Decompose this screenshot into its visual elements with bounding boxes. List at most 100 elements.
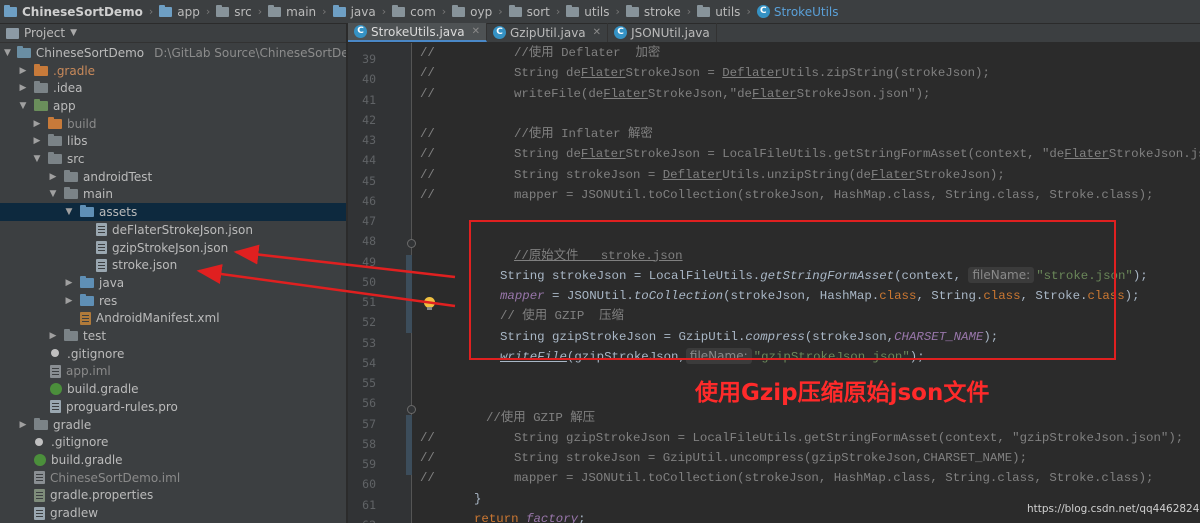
code-token: Deflater (722, 66, 782, 81)
tree-item-app[interactable]: ▼ app (0, 97, 346, 115)
breadcrumb-item-stroke[interactable]: stroke › (625, 4, 697, 19)
code-line[interactable]: //使用 GZIP 解压 (420, 408, 1200, 428)
code-token: Flater (870, 167, 916, 182)
collapsed-arrow-icon: ▶ (19, 83, 27, 94)
code-line[interactable]: // String strokeJson = GzipUtil.uncompres… (420, 448, 1200, 468)
chevron-right-icon: › (615, 5, 620, 18)
code-token: mapper = JSONUtil.toCollection(strokeJso… (514, 471, 1154, 486)
comment-prefix: // (420, 86, 435, 101)
code-line[interactable]: // mapper = JSONUtil.toCollection(strokeJ… (420, 468, 1200, 488)
code-token: String gzipStrokeJson = LocalFileUtils.g… (514, 430, 1184, 445)
tree-item-src[interactable]: ▼ src (0, 150, 346, 168)
tab-strokeutils[interactable]: C StrokeUtils.java ✕ (348, 23, 487, 42)
code-token: StrokeJson.json"); (796, 86, 931, 101)
gitignore-file-icon (34, 436, 46, 449)
code-token: StrokeJson.json"); (1108, 147, 1200, 162)
tree-item-root-gitignore[interactable]: .gitignore (0, 433, 346, 451)
fold-toggle-icon[interactable] (407, 239, 416, 248)
code-text: //使用 GZIP 解压 (486, 408, 595, 428)
collapsed-arrow-icon: ▶ (19, 65, 27, 76)
tab-jsonutil[interactable]: C JSONUtil.java (608, 23, 717, 42)
tab-gziputil[interactable]: C GzipUtil.java ✕ (487, 23, 609, 42)
line-number: 49 (362, 254, 376, 269)
tree-item-androidmanifest[interactable]: AndroidManifest.xml (0, 310, 346, 328)
tree-item-app-gitignore[interactable]: .gitignore (0, 345, 346, 363)
close-icon[interactable]: ✕ (472, 26, 480, 37)
fold-toggle-icon[interactable] (407, 405, 416, 414)
line-number: 58 (362, 436, 376, 451)
code-line[interactable]: // String strokeJson = DeflaterUtils.unzi… (420, 165, 1200, 185)
tree-item-project-iml[interactable]: ChineseSortDemo.iml (0, 469, 346, 487)
breadcrumb-item-utils-2[interactable]: utils › (697, 4, 757, 19)
chevron-right-icon: › (746, 5, 751, 18)
tree-item-res[interactable]: ▶ res (0, 292, 346, 310)
tree-item-java[interactable]: ▶ java (0, 274, 346, 292)
code-line[interactable]: // //使用 Inflater 解密 (420, 124, 1200, 144)
code-token: factory (526, 511, 579, 523)
code-line[interactable]: //String deFlaterStrokeJson = LocalFileU… (420, 144, 1200, 164)
tree-item-gradle-dir[interactable]: ▶ .gradle (0, 62, 346, 80)
folder-icon (34, 417, 48, 430)
tree-item-proguard[interactable]: proguard-rules.pro (0, 398, 346, 416)
line-number: 52 (362, 315, 376, 330)
breadcrumb-item-project[interactable]: ChineseSortDemo › (4, 4, 159, 19)
tree-item-build[interactable]: ▶ build (0, 115, 346, 133)
tree-item-gradle-properties[interactable]: gradle.properties (0, 487, 346, 505)
code-text: String strokeJson = GzipUtil.uncompress(… (514, 448, 1027, 468)
breadcrumb-item-main[interactable]: main › (268, 4, 332, 19)
project-view-selector[interactable]: Project ▼ (0, 24, 346, 43)
tree-item-deflaterstrokejson[interactable]: deFlaterStrokeJson.json (0, 221, 346, 239)
code-token: Flater (580, 66, 626, 81)
tree-item-idea[interactable]: ▶ .idea (0, 79, 346, 97)
tree-item-assets[interactable]: ▼ assets (0, 203, 346, 221)
tree-item-androidtest[interactable]: ▶ androidTest (0, 168, 346, 186)
code-text: String strokeJson = DeflaterUtils.unzipS… (514, 165, 1005, 185)
chevron-right-icon: › (322, 5, 327, 18)
expanded-arrow-icon: ▼ (65, 207, 73, 218)
breadcrumb-item-strokeutils[interactable]: C StrokeUtils (756, 5, 839, 19)
tree-item-gradlew[interactable]: gradlew (0, 504, 346, 522)
tree-item-libs[interactable]: ▶ libs (0, 133, 346, 151)
code-text: //使用 Inflater 解密 (514, 124, 653, 144)
package-icon (697, 4, 711, 17)
expanded-arrow-icon: ▼ (19, 100, 27, 111)
breadcrumb-item-src[interactable]: src › (216, 4, 268, 19)
breadcrumb-item-sort[interactable]: sort › (508, 4, 567, 19)
code-line[interactable]: // //使用 Deflater 加密 (420, 43, 1200, 63)
chevron-right-icon: › (205, 5, 211, 18)
code-line[interactable]: // String deFlaterStrokeJson = DeflaterUt… (420, 63, 1200, 83)
tree-item-main[interactable]: ▼ main (0, 186, 346, 204)
breadcrumb-item-app[interactable]: app › (159, 4, 216, 19)
code-token: Flater (1064, 147, 1109, 162)
tree-item-strokejson[interactable]: stroke.json (0, 256, 346, 274)
collapsed-arrow-icon: ▶ (33, 118, 41, 129)
line-number: 50 (362, 274, 376, 289)
project-icon (6, 27, 19, 39)
code-token: Utils.unzipString(de (722, 167, 871, 182)
line-number: 57 (362, 416, 376, 431)
close-icon[interactable]: ✕ (593, 27, 601, 38)
code-line[interactable]: // String gzipStrokeJson = LocalFileUtils… (420, 428, 1200, 448)
breadcrumb-item-com[interactable]: com › (392, 4, 452, 19)
tree-item-test[interactable]: ▶ test (0, 327, 346, 345)
tree-item-root[interactable]: ▼ ChineseSortDemo D:\GitLab Source\Chines… (0, 44, 346, 62)
code-line[interactable]: //writeFile(deFlaterStrokeJson,"deFlater… (420, 84, 1200, 104)
line-number: 59 (362, 457, 376, 471)
annotation-label: 使用Gzip压缩原始json文件 (695, 380, 990, 406)
code-text: //使用 Deflater 加密 (514, 43, 660, 63)
tree-item-gradle[interactable]: ▶ gradle (0, 416, 346, 434)
json-file-icon (96, 258, 107, 272)
tree-item-app-build-gradle[interactable]: build.gradle (0, 380, 346, 398)
tree-item-root-build-gradle[interactable]: build.gradle (0, 451, 346, 469)
chevron-right-icon: › (257, 5, 263, 18)
breadcrumb-item-oyp[interactable]: oyp › (452, 4, 508, 19)
breadcrumb-item-java[interactable]: java › (332, 4, 393, 19)
comment-prefix: // (420, 471, 435, 486)
script-file-icon (34, 506, 45, 520)
package-icon (625, 4, 639, 17)
tree-item-gzipstrokejson[interactable]: gzipStrokeJson.json (0, 239, 346, 257)
tree-item-app-iml[interactable]: app.iml (0, 363, 346, 381)
code-line[interactable]: // mapper = JSONUtil.toCollection(strokeJ… (420, 185, 1200, 205)
breadcrumb-item-utils[interactable]: utils › (566, 4, 626, 19)
resource-folder-icon (80, 205, 94, 218)
